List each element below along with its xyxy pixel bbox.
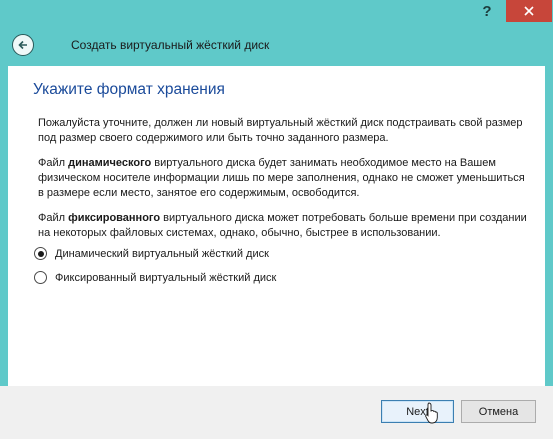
radio-dynamic-label[interactable]: Динамический виртуальный жёсткий диск bbox=[55, 248, 269, 260]
radio-fixed-label[interactable]: Фиксированный виртуальный жёсткий диск bbox=[55, 272, 276, 284]
close-icon bbox=[524, 6, 534, 16]
intro-paragraph: Пожалуйста уточните, должен ли новый вир… bbox=[38, 117, 523, 144]
wizard-header: Создать виртуальный жёсткий диск bbox=[0, 30, 553, 64]
radio-dynamic[interactable] bbox=[34, 247, 47, 260]
fixed-description: Файл фиксированного виртуального диска м… bbox=[38, 211, 533, 241]
fixed-text-before: Файл bbox=[38, 212, 69, 224]
mouse-pointer-icon bbox=[425, 402, 438, 424]
dialog-window: ? Создать виртуальный жёсткий диск Укажи… bbox=[0, 0, 553, 439]
radio-fixed[interactable] bbox=[34, 271, 47, 284]
title-bar: ? bbox=[0, 0, 553, 30]
content-panel: Укажите формат хранения Пожалуйста уточн… bbox=[8, 66, 545, 386]
button-bar: Next Отмена bbox=[0, 386, 553, 439]
cancel-button[interactable]: Отмена bbox=[461, 400, 536, 423]
wizard-title: Создать виртуальный жёсткий диск bbox=[71, 38, 270, 52]
dynamic-keyword: динамического bbox=[68, 157, 152, 169]
radio-dynamic-option[interactable]: Динамический виртуальный жёсткий диск bbox=[34, 247, 269, 260]
close-button[interactable] bbox=[506, 0, 552, 22]
back-arrow-icon bbox=[18, 40, 27, 50]
help-button[interactable]: ? bbox=[470, 0, 504, 22]
dynamic-text-before: Файл bbox=[38, 157, 69, 169]
fixed-keyword: фиксированного bbox=[68, 212, 161, 224]
back-button[interactable] bbox=[12, 34, 34, 56]
dynamic-description: Файл динамического виртуального диска бу… bbox=[38, 156, 533, 201]
radio-fixed-option[interactable]: Фиксированный виртуальный жёсткий диск bbox=[34, 271, 276, 284]
next-button[interactable]: Next bbox=[381, 400, 454, 423]
section-title: Укажите формат хранения bbox=[33, 81, 225, 98]
